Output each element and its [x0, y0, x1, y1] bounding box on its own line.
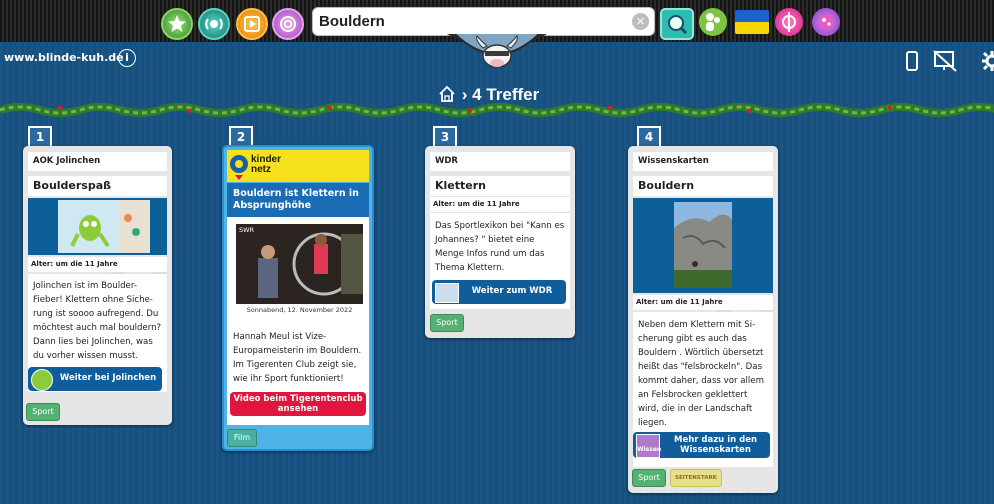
search-box[interactable]: ×	[312, 7, 655, 36]
wissen-icon: Wissen	[636, 434, 661, 458]
age-row: Alter: um die 11 Jahre SMLXL	[28, 257, 167, 287]
card-source: AOK Jolinchen	[28, 152, 167, 171]
kindernetz-logo[interactable]: kinder netz	[227, 150, 369, 182]
blinde-kuh-logo[interactable]	[447, 33, 547, 72]
video-overlay-label: SWR	[239, 226, 255, 234]
age-row: Alter: um die 11 Jahre SMLXL	[633, 295, 773, 325]
spiral-icon[interactable]	[272, 8, 304, 40]
card-title[interactable]: Klettern	[430, 176, 570, 196]
result-number-3: 3	[433, 126, 457, 148]
card-description: Hannah Meul ist Vize-Europameisterin im …	[233, 332, 362, 384]
search-input[interactable]	[319, 11, 619, 32]
card-video-image[interactable]: SWR Sonnabend, 12. November 2022	[236, 224, 363, 316]
age-label: Alter: um die 11 Jahre	[31, 260, 118, 268]
button-thumb-icon	[31, 369, 53, 391]
settings-icon[interactable]	[980, 49, 994, 73]
play-icon[interactable]	[236, 8, 268, 40]
radio-icon[interactable]	[198, 8, 230, 40]
result-card-3: WDR Klettern Alter: um die 11 Jahre SMLX…	[425, 146, 575, 338]
parents-icon[interactable]	[699, 8, 727, 36]
card-title[interactable]: Boulderspaß	[28, 176, 167, 196]
age-label: Alter: um die 11 Jahre	[433, 200, 520, 208]
tag-film[interactable]: Film	[227, 429, 257, 447]
button-label: Weiter zum WDR	[471, 286, 553, 296]
video-tigerentenclub-button[interactable]: Video beim Tigerentenclub ansehen	[230, 392, 366, 416]
desktop-off-icon[interactable]	[932, 49, 958, 73]
ukraine-flag-icon[interactable]	[735, 10, 769, 34]
virus-icon[interactable]	[812, 8, 840, 36]
button-label: Weiter bei Jolinchen	[59, 373, 157, 383]
button-thumb-icon	[435, 283, 459, 303]
weiter-zum-wdr-button[interactable]: Weiter zum WDR	[432, 280, 566, 304]
result-number-4: 4	[637, 126, 661, 148]
mehr-dazu-wissenskarten-button[interactable]: Wissen Mehr dazu in den Wissenskarten	[633, 432, 770, 458]
result-card-2: kinder netz Bouldern ist Klettern in Abs…	[222, 145, 374, 451]
tag-sport[interactable]: Sport	[632, 469, 666, 487]
result-card-1: AOK Jolinchen Boulderspaß Alter: um die …	[23, 146, 172, 425]
card-image[interactable]	[28, 198, 167, 255]
button-label: Mehr dazu in den Wissenskarten	[673, 435, 758, 455]
age-row: Alter: um die 11 Jahre SMLXL	[430, 197, 570, 227]
weiter-bei-jolinchen-button[interactable]: Weiter bei Jolinchen	[28, 367, 162, 391]
card-title[interactable]: Bouldern	[633, 176, 773, 196]
card-title[interactable]: Bouldern ist Klettern in Absprunghöhe	[227, 183, 369, 217]
tag-sport[interactable]: Sport	[430, 314, 464, 332]
magnifier-icon[interactable]	[660, 8, 694, 40]
card-source: WDR	[430, 152, 570, 171]
tag-sport[interactable]: Sport	[26, 403, 60, 421]
clear-search-icon[interactable]: ×	[632, 13, 649, 30]
card-image[interactable]	[633, 198, 773, 293]
video-caption: Sonnabend, 12. November 2022	[236, 304, 363, 316]
result-number-1: 1	[28, 126, 52, 148]
mobile-view-icon[interactable]	[902, 50, 922, 72]
info-icon[interactable]: i	[118, 49, 136, 67]
home-icon[interactable]	[437, 85, 457, 103]
kindernetz-logo-text: kinder netz	[251, 154, 282, 175]
card-source: Wissenskarten	[633, 152, 773, 171]
result-card-4: Wissenskarten Bouldern Alter: um die 11 …	[628, 146, 778, 493]
hand-icon[interactable]	[775, 8, 803, 36]
site-domain[interactable]: www.blinde-kuh.de	[4, 51, 124, 64]
christmas-garland	[0, 103, 994, 117]
star-icon[interactable]	[161, 8, 193, 40]
tag-seitenstark[interactable]: SEITENSTARK	[670, 469, 722, 487]
age-label: Alter: um die 11 Jahre	[636, 298, 723, 306]
